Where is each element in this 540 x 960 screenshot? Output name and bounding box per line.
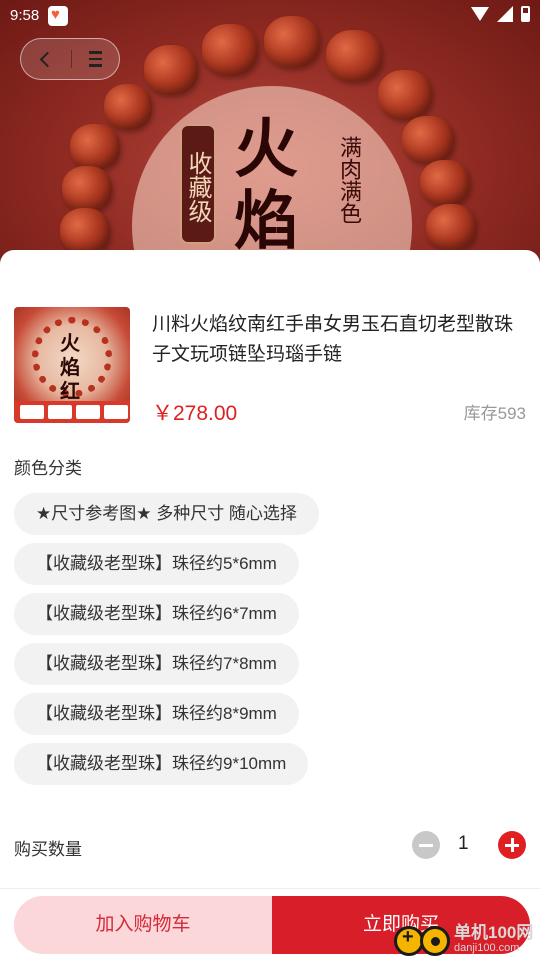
bead [420,160,470,206]
wifi-icon [471,7,489,21]
nav-capsule [20,38,120,80]
variant-option[interactable]: 【收藏级老型珠】珠径约6*7mm [14,593,299,635]
bead [402,116,454,164]
variant-option[interactable]: ★尺寸参考图★ 多种尺寸 随心选择 [14,493,319,535]
product-thumbnail[interactable]: 火焰红 [14,307,130,423]
watermark: 单机100网 danji100.com [392,916,540,960]
quantity-label: 购买数量 [14,840,82,859]
bead [104,84,152,130]
hero-plaque: 收藏级 [180,124,216,244]
thumbnail-tag [104,405,128,419]
variant-option[interactable]: 【收藏级老型珠】珠径约5*6mm [14,543,299,585]
menu-icon [88,57,102,61]
watermark-logo-icon [392,918,452,956]
stock-count: 库存593 [463,404,526,423]
variant-option[interactable]: 【收藏级老型珠】珠径约7*8mm [14,643,299,685]
variant-option[interactable]: 【收藏级老型珠】珠径约9*10mm [14,743,309,785]
bead [62,166,112,212]
thumbnail-tag [20,405,44,419]
signal-icon [497,6,513,22]
watermark-name: 单机100网 [454,923,534,942]
chevron-left-icon [39,51,56,67]
menu-icon [88,51,102,54]
hero-big-char: 焰 [234,184,298,259]
add-to-cart-button[interactable]: 加入购物车 [14,896,272,954]
bead [60,208,110,254]
quantity-value: 1 [458,833,469,854]
status-time: 9:58 [10,7,40,24]
menu-button[interactable] [71,38,119,80]
thumbnail-tag [76,405,100,419]
status-bar: 9:58 [0,0,540,32]
quantity-increase-button[interactable] [498,831,526,859]
battery-icon [521,6,530,22]
variant-section-label: 颜色分类 [14,459,82,478]
thumbnail-text: 火焰红 [60,331,80,403]
thumbnail-tag [48,405,72,419]
product-title: 川料火焰纹南红手串女男玉石直切老型散珠子文玩项链坠玛瑙手链 [152,314,514,365]
quantity-decrease-button[interactable] [412,831,440,859]
back-button[interactable] [21,38,71,80]
divider [0,888,540,889]
sku-selection-sheet: 火焰红 川料火焰纹南红手串女男玉石直切老型散珠子文玩项链坠玛瑙手链 ￥278.0… [0,250,540,960]
bead [70,124,120,170]
bead [378,70,432,120]
menu-icon [88,64,102,67]
product-price: ￥278.00 [152,402,238,425]
bead [144,45,198,95]
status-icons [471,6,530,22]
variant-option[interactable]: 【收藏级老型珠】珠径约8*9mm [14,693,299,735]
app-notification-icon [48,6,68,26]
bead [326,30,382,82]
bead [426,204,476,250]
variant-options: ★尺寸参考图★ 多种尺寸 随心选择 【收藏级老型珠】珠径约5*6mm 【收藏级老… [14,493,514,793]
watermark-url: danji100.com [454,942,520,954]
hero-side-text: 满肉满色 [336,136,361,224]
